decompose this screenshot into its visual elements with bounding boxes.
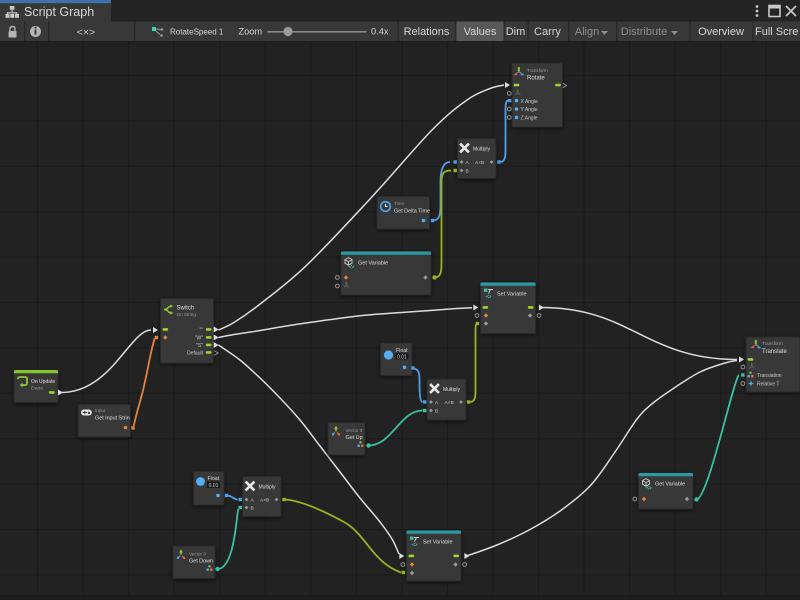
svg-text:Multiply: Multiply [259, 485, 276, 491]
svg-text:Relations: Relations [404, 26, 450, 38]
svg-text:On Update: On Update [31, 379, 55, 385]
svg-text:"": "" [199, 328, 203, 334]
svg-text:Float: Float [396, 348, 408, 354]
svg-text:B: B [435, 409, 438, 415]
svg-text:On String: On String [177, 312, 197, 317]
svg-text:Full Scre: Full Scre [755, 26, 798, 38]
svg-text:Get Variable: Get Variable [655, 482, 685, 488]
svg-text:A×B: A×B [260, 498, 269, 504]
svg-text:Rotate: Rotate [527, 76, 545, 82]
svg-text:Zoom: Zoom [239, 27, 263, 37]
svg-text:Default: Default [187, 351, 203, 357]
svg-text:Multiply: Multiply [473, 147, 490, 153]
svg-text:Input: Input [95, 408, 106, 413]
svg-text:Event: Event [31, 386, 43, 391]
svg-text:Transform: Transform [762, 341, 783, 346]
svg-text:Vector 3: Vector 3 [346, 428, 363, 433]
svg-text:Translate: Translate [762, 349, 787, 355]
svg-text:Translation: Translation [757, 373, 782, 379]
svg-text:Get Up: Get Up [346, 435, 363, 441]
svg-text:Y Angle: Y Angle [521, 107, 538, 113]
svg-text:0.01: 0.01 [397, 355, 407, 361]
svg-text:Get Down: Get Down [189, 559, 213, 565]
svg-text:Set Variable: Set Variable [423, 540, 453, 546]
svg-text:RotateSpeed 1: RotateSpeed 1 [170, 28, 224, 37]
svg-text:<×>: <×> [77, 27, 95, 39]
svg-text:Set Variable: Set Variable [497, 292, 527, 298]
svg-text:Distribute: Distribute [621, 26, 667, 38]
svg-text:Dim: Dim [506, 26, 526, 38]
svg-text:A×B: A×B [475, 160, 484, 166]
svg-text:"W": "W" [195, 336, 203, 342]
svg-text:Z Angle: Z Angle [521, 116, 538, 122]
svg-text:X Angle: X Angle [521, 99, 538, 105]
svg-text:Relative T: Relative T [757, 382, 779, 388]
svg-text:Time: Time [394, 201, 404, 206]
svg-text:Vector 3: Vector 3 [189, 552, 206, 557]
svg-text:Get Delta Time: Get Delta Time [394, 209, 430, 215]
svg-text:Align: Align [575, 26, 599, 38]
svg-text:B: B [466, 169, 469, 175]
svg-text:Script Graph: Script Graph [24, 5, 94, 19]
svg-text:0.4x: 0.4x [371, 27, 389, 37]
svg-text:Get Variable: Get Variable [358, 261, 388, 267]
svg-text:Carry: Carry [534, 26, 561, 38]
svg-text:Values: Values [464, 26, 497, 38]
svg-text:Float: Float [208, 476, 220, 482]
svg-text:Transform: Transform [527, 68, 548, 73]
svg-text:A×B: A×B [445, 400, 454, 406]
svg-text:Overview: Overview [698, 26, 744, 38]
svg-text:"S": "S" [196, 343, 203, 349]
svg-text:Multiply: Multiply [443, 387, 460, 393]
svg-text:B: B [251, 506, 254, 512]
svg-text:Get Input Strin: Get Input Strin [95, 416, 130, 422]
svg-text:Switch: Switch [177, 306, 195, 312]
svg-text:0.01: 0.01 [209, 483, 219, 489]
